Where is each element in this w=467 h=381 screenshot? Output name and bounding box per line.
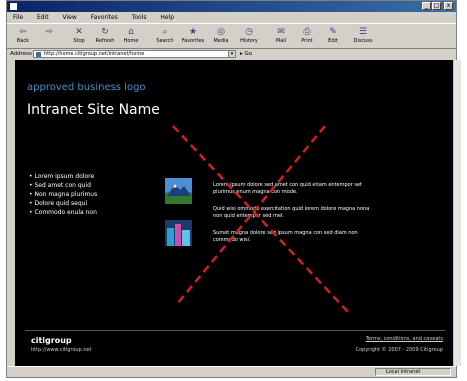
toolbar-button-label: Stop <box>73 38 85 44</box>
toolbar-button[interactable]: ◎ Media <box>209 26 233 48</box>
menu-help[interactable]: Help <box>160 14 174 21</box>
discuss-icon: ☰ <box>358 27 368 37</box>
toolbar: ⇦ Back ⇨ ✕ Stop ↻ Refresh ⌂ Home ⌕ Search ★ Favorite… <box>7 23 456 49</box>
ie-app-icon <box>10 3 17 10</box>
vertical-scrollbar[interactable] <box>453 60 461 366</box>
cross-line-b <box>176 125 326 305</box>
address-label: Address <box>10 51 32 57</box>
toolbar-button-label: Home <box>123 38 139 44</box>
red-cross-overlay <box>172 125 351 315</box>
toolbar-button-label: History <box>240 38 258 44</box>
menu-file[interactable]: File <box>13 14 23 21</box>
toolbar-button[interactable]: ★ Favorites <box>181 26 205 48</box>
maximize-button[interactable]: □ <box>432 2 441 10</box>
toolbar-button[interactable]: ⇦ Back <box>11 26 35 48</box>
menu-favorites[interactable]: Favorites <box>91 14 118 21</box>
print-icon: ⎙ <box>303 27 311 37</box>
search-icon: ⌕ <box>162 27 168 37</box>
history-icon: ◷ <box>245 27 253 37</box>
address-value: http://home.citigroup.net/intranet/home <box>44 51 145 57</box>
go-label: Go <box>244 51 253 57</box>
menu-tools[interactable]: Tools <box>132 14 147 21</box>
browser-window: _ □ x File Edit View Favorites Tools Hel… <box>6 0 461 378</box>
title-bar[interactable]: _ □ x <box>7 1 456 12</box>
toolbar-button-label: Discuss <box>353 38 373 44</box>
toolbar-button-label: Mail <box>275 38 287 44</box>
forward-arrow-icon: ⇨ <box>45 27 53 37</box>
menu-view[interactable]: View <box>63 14 77 21</box>
toolbar-button-label: Back <box>16 38 30 44</box>
home-icon: ⌂ <box>128 27 134 37</box>
status-bar: Local intranet <box>7 366 456 378</box>
toolbar-button-label: Refresh <box>95 38 115 44</box>
page-icon <box>36 52 41 57</box>
refresh-icon: ↻ <box>101 27 109 37</box>
toolbar-button[interactable]: ⇨ <box>37 26 61 48</box>
toolbar-button-label: Media <box>213 38 229 44</box>
footer-url[interactable]: http://www.citigroup.net <box>31 347 92 353</box>
cross-line-a <box>172 125 351 315</box>
minimize-button[interactable]: _ <box>422 2 431 10</box>
favorites-icon: ★ <box>188 27 198 37</box>
toolbar-button-label: Favorites <box>181 38 205 44</box>
toolbar-button[interactable]: ⌕ Search <box>153 26 177 48</box>
toolbar-button[interactable]: ⌂ Home <box>119 26 143 48</box>
toolbar-button-label: Search <box>156 38 174 44</box>
toolbar-button-label: Print <box>301 38 313 44</box>
security-zone: Local intranet <box>375 368 451 376</box>
close-button[interactable]: x <box>444 2 453 10</box>
address-input[interactable]: http://home.citigroup.net/intranet/home <box>33 50 229 58</box>
menu-edit[interactable]: Edit <box>37 14 49 21</box>
footer-terms-link[interactable]: Terms, conditions, and caveats <box>366 336 443 342</box>
footer-copyright: Copyright © 2007 - 2009 Citigroup <box>355 347 443 353</box>
toolbar-button[interactable]: ✎ Edit <box>321 26 345 48</box>
chevron-down-icon[interactable]: ▾ <box>228 50 236 58</box>
toolbar-button[interactable]: ✉ Mail <box>269 26 293 48</box>
toolbar-button[interactable]: ↻ Refresh <box>93 26 117 48</box>
mail-icon: ✉ <box>277 27 285 37</box>
zone-label: Local intranet <box>386 369 421 375</box>
toolbar-button[interactable]: ✕ Stop <box>67 26 91 48</box>
toolbar-button-label: Edit <box>328 38 338 44</box>
back-arrow-icon: ⇦ <box>19 27 27 37</box>
footer-divider <box>25 330 445 331</box>
toolbar-button[interactable]: ◷ History <box>237 26 261 48</box>
toolbar-button[interactable]: ☰ Discuss <box>351 26 375 48</box>
media-icon: ◎ <box>217 27 225 37</box>
toolbar-button[interactable]: ⎙ Print <box>295 26 319 48</box>
page-content: approved business logo Intranet Site Nam… <box>15 60 453 366</box>
edit-icon: ✎ <box>329 27 337 37</box>
menu-bar: File Edit View Favorites Tools Help <box>7 12 456 23</box>
go-button[interactable]: ▸ Go <box>240 49 252 60</box>
stop-icon: ✕ <box>75 27 83 37</box>
footer-logo[interactable]: citigroup <box>31 336 72 345</box>
address-bar: Address http://home.citigroup.net/intran… <box>7 49 456 60</box>
